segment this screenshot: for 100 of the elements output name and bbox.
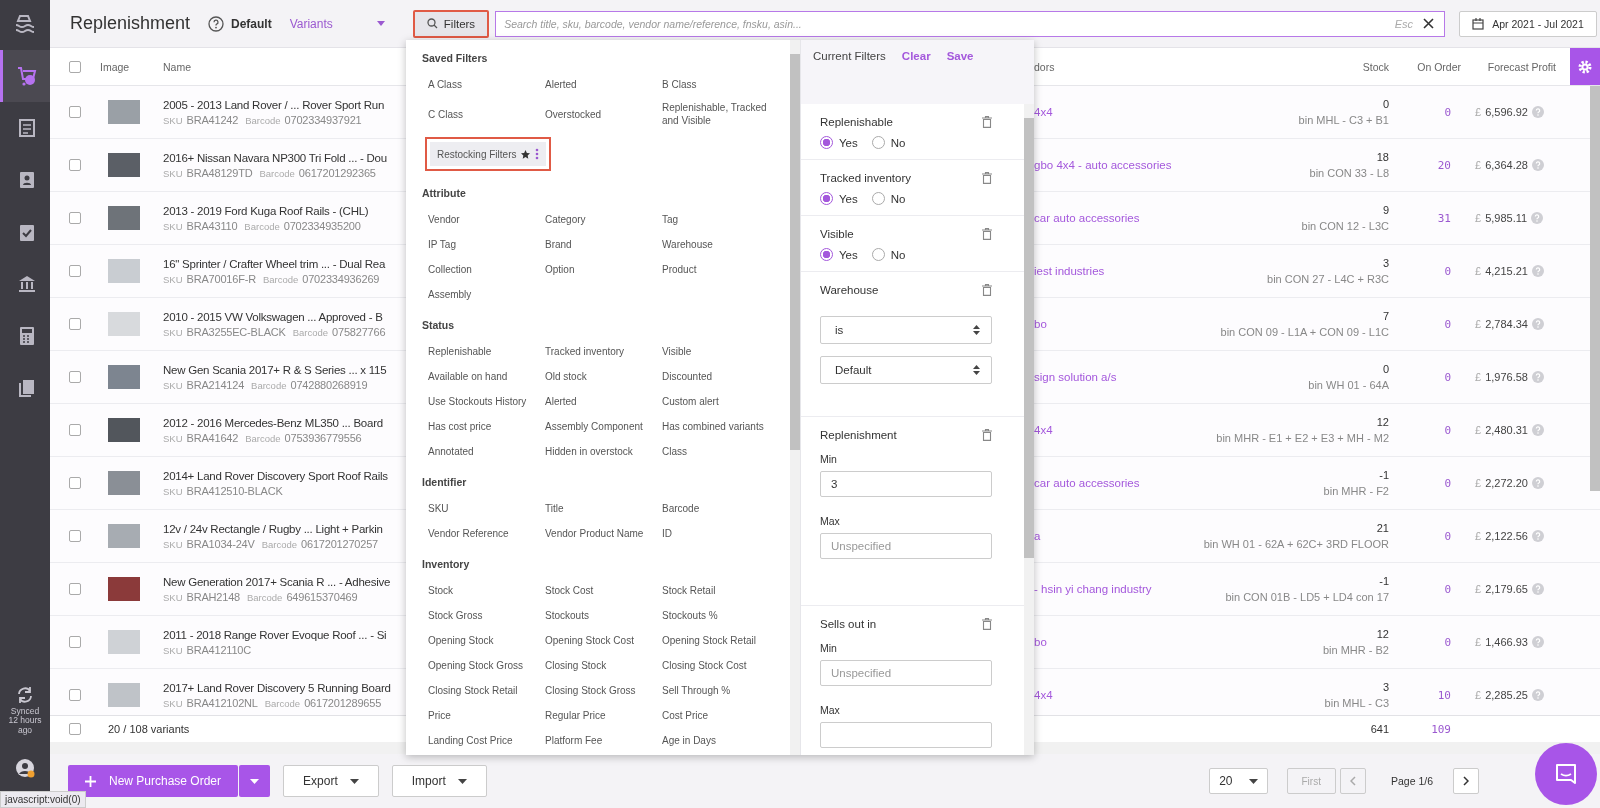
barcode-value: 0702334937921: [284, 113, 362, 126]
sku-value: BRA43110: [186, 219, 238, 232]
sku-value: BRA1034-24V: [186, 537, 255, 550]
sku-value: BRA3255EC-BLACK: [186, 325, 286, 338]
sku-value: BRA214124: [186, 378, 245, 391]
barcode-value: 649615370469: [286, 590, 358, 603]
current-filters-title: Current Filters: [813, 50, 886, 62]
currency-symbol: £: [1475, 159, 1482, 171]
bin-location: bin MHL - C3 + B1: [1298, 114, 1389, 126]
filter-title: Tracked inventory: [820, 172, 911, 184]
radio-label: Yes: [839, 248, 858, 261]
variant-count: 20 / 108 variants: [107, 723, 191, 735]
bin-location: bin CON 09 - L1A + CON 09 - L1C: [1220, 326, 1389, 338]
profit-value: 2,784.34: [1485, 318, 1528, 330]
sku-label: SKU: [163, 326, 183, 338]
stock-count: 21: [1376, 522, 1389, 534]
currency-symbol: £: [1475, 424, 1482, 436]
barcode-value: 075827766: [332, 325, 386, 338]
sku-label: SKU: [163, 379, 183, 391]
barcode-label: Barcode: [259, 167, 295, 179]
sku-value: BRA48129TD: [186, 166, 253, 179]
currency-symbol: £: [1475, 636, 1482, 648]
stock-count: -1: [1379, 575, 1389, 587]
section-title: Attribute: [422, 186, 467, 201]
profit-value: 1,976.58: [1485, 371, 1528, 383]
filter-title: Replenishment: [820, 429, 897, 441]
stock-count: 0: [1382, 98, 1389, 110]
currency-symbol: £: [1475, 583, 1482, 595]
bin-location: bin MHR - F2: [1323, 485, 1389, 497]
profit-value: 2,272.20: [1485, 477, 1528, 489]
column-header: Name: [163, 60, 192, 73]
currency-symbol: £: [1475, 212, 1482, 224]
barcode-label: Barcode: [264, 697, 301, 709]
section-title: Inventory: [422, 557, 471, 572]
bin-location: bin CON 33 - L8: [1309, 167, 1389, 179]
profit-value: 1,466.93: [1485, 636, 1528, 648]
sku-label: SKU: [163, 273, 183, 285]
filter-title: Sells out in: [820, 618, 877, 630]
stock-count: 3: [1382, 257, 1389, 269]
sku-label: SKU: [163, 591, 183, 603]
stock-count: 12: [1376, 416, 1389, 428]
stock-count: 12: [1376, 628, 1389, 640]
sku-value: BRA412102NL: [186, 696, 258, 709]
currency-symbol: £: [1475, 477, 1482, 489]
sku-value: BRA41242: [186, 113, 239, 126]
bin-location: bin MHR - B2: [1322, 644, 1389, 656]
barcode-label: Barcode: [262, 273, 299, 285]
barcode-label: Barcode: [244, 220, 280, 232]
sync-status: Synced 12 hours ago: [7, 706, 43, 736]
status-url: javascript:void(0): [0, 791, 86, 808]
barcode-value: 0702334935200: [283, 219, 361, 232]
sku-label: SKU: [163, 697, 183, 709]
barcode-label: Barcode: [251, 379, 287, 391]
field-label: Max: [820, 704, 841, 716]
filter-title: Replenishable: [820, 116, 893, 128]
sku-value: BRA412110C: [186, 643, 251, 656]
stock-count: 7: [1382, 310, 1389, 322]
sku-label: SKU: [163, 644, 183, 656]
stock-count: 3: [1382, 681, 1389, 693]
bin-location: bin WH 01 - 62A + 62C+ 3RD FLOOR: [1203, 538, 1389, 550]
filter-title: Warehouse: [820, 284, 879, 296]
sku-value: BRA70016F-R: [186, 272, 256, 285]
sku-label: SKU: [163, 485, 183, 497]
sku-value: BRAH2148: [186, 590, 240, 603]
barcode-value: 0617201289655: [304, 696, 382, 709]
barcode-value: 0617201292365: [298, 166, 376, 179]
profit-value: 4,215.21: [1485, 265, 1528, 277]
page-indicator: Page 1/6: [1390, 775, 1433, 787]
column-header: Image: [100, 60, 131, 73]
barcode-label: Barcode: [245, 114, 281, 126]
barcode-value: 0742880268919: [290, 378, 368, 391]
field-label: Min: [820, 642, 838, 654]
page-title: Replenishment: [70, 13, 192, 34]
profit-value: 2,285.25: [1485, 689, 1528, 701]
bin-location: bin MHL - C3: [1324, 697, 1389, 709]
currency-symbol: £: [1475, 689, 1482, 701]
profit-value: 6,596.92: [1485, 106, 1528, 118]
profit-value: 2,480.31: [1485, 424, 1528, 436]
barcode-label: Barcode: [245, 432, 281, 444]
profit-value: 2,179.65: [1485, 583, 1528, 595]
currency-symbol: £: [1475, 371, 1482, 383]
radio-label: Yes: [839, 192, 858, 205]
column-header: dors: [1034, 60, 1056, 73]
esc-hint: Esc: [1394, 17, 1414, 30]
currency-symbol: £: [1475, 530, 1482, 542]
sku-value: BRA41642: [186, 431, 239, 444]
barcode-label: Barcode: [261, 538, 298, 550]
sku-label: SKU: [163, 538, 183, 550]
stock-count: 18: [1376, 151, 1389, 163]
section-title: Status: [422, 318, 456, 333]
section-title: Saved Filters: [422, 51, 489, 66]
sku-label: SKU: [163, 432, 183, 444]
currency-symbol: £: [1475, 265, 1482, 277]
currency-symbol: £: [1475, 106, 1482, 118]
radio-label: No: [890, 192, 906, 205]
bin-location: bin CON 12 - L3C: [1301, 220, 1389, 232]
sku-label: SKU: [163, 167, 183, 179]
radio-label: No: [890, 248, 906, 261]
stock-count: 9: [1382, 204, 1389, 216]
column-header: On Order: [1416, 60, 1462, 73]
